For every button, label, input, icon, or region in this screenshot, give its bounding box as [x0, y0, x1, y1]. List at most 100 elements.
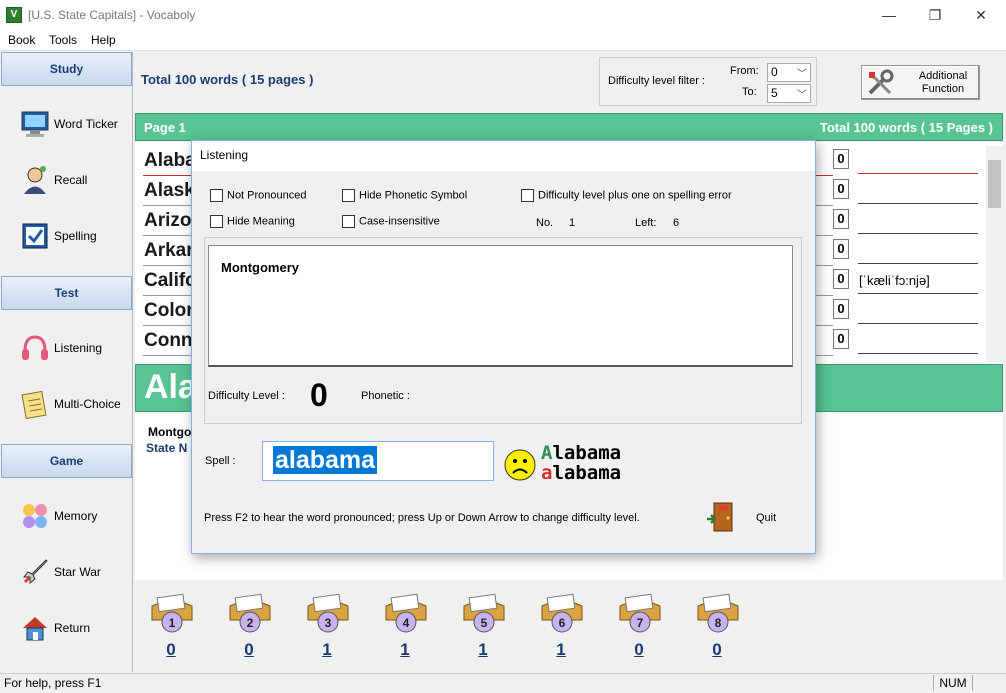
spell-input[interactable]: alabama: [262, 441, 494, 481]
answer-capitalized: Alabama: [541, 442, 622, 464]
test-header[interactable]: Test: [1, 276, 132, 310]
sidebar-item-star-war[interactable]: Star War: [14, 553, 129, 593]
difficulty-score[interactable]: 0: [833, 239, 849, 259]
num-lock-indicator: NUM: [933, 675, 973, 691]
faces-icon: [23, 504, 47, 528]
sidebar-item-return[interactable]: Return: [14, 609, 129, 649]
no-value: 1: [569, 217, 576, 229]
box-count[interactable]: 0: [226, 640, 272, 660]
difficulty-score[interactable]: 0: [833, 299, 849, 319]
sidebar-item-label: Multi-Choice: [54, 397, 121, 411]
study-header[interactable]: Study: [1, 52, 132, 86]
card-box-icon: 5: [463, 593, 505, 633]
checkbox-box: [521, 189, 534, 202]
hide-meaning-checkbox[interactable]: Hide Meaning: [210, 215, 295, 228]
spell-input-value: alabama: [273, 446, 378, 474]
box-7-button[interactable]: 7 0: [616, 590, 664, 660]
sidebar-item-word-ticker[interactable]: Word Ticker: [14, 105, 129, 145]
checkbox-box: [210, 189, 223, 202]
minimize-button[interactable]: —: [866, 0, 912, 31]
phonetic-cell: [858, 294, 978, 324]
sidebar-item-spelling[interactable]: Spelling: [14, 217, 129, 257]
difficulty-filter: Difficulty level filter : From: 0 ﹀ To: 5…: [599, 57, 817, 106]
detail-meaning: Montgo: [148, 425, 192, 439]
window-title: [U.S. State Capitals] - Vocaboly: [28, 8, 196, 22]
card-box-icon: 6: [541, 593, 583, 633]
exit-door-icon[interactable]: [706, 501, 736, 533]
checkbox-box: [342, 215, 355, 228]
difficulty-score[interactable]: 0: [833, 329, 849, 349]
additional-line1: Additional: [918, 70, 968, 82]
sidebar-item-label: Word Ticker: [54, 117, 118, 131]
box-2-button[interactable]: 2 0: [226, 590, 274, 660]
quit-button[interactable]: Quit: [756, 512, 776, 524]
notepad-icon: [21, 390, 47, 419]
svg-text:4: 4: [403, 616, 410, 630]
monitor-icon: [21, 111, 49, 137]
game-header[interactable]: Game: [1, 444, 132, 478]
phonetic-cell: [858, 204, 978, 234]
box-3-button[interactable]: 3 1: [304, 590, 352, 660]
difficulty-score[interactable]: 0: [833, 209, 849, 229]
scroll-thumb[interactable]: [988, 160, 1001, 208]
to-label: To:: [742, 86, 757, 98]
menu-book[interactable]: Book: [8, 33, 35, 47]
box-4-button[interactable]: 4 1: [382, 590, 430, 660]
maximize-button[interactable]: ❐: [912, 0, 958, 31]
current-word: Ala: [144, 368, 197, 406]
sidebar-item-memory[interactable]: Memory: [14, 497, 129, 537]
box-8-button[interactable]: 8 0: [694, 590, 742, 660]
from-select[interactable]: 0 ﹀: [767, 63, 811, 82]
box-count[interactable]: 0: [694, 640, 740, 660]
page-header: Page 1 Total 100 words ( 15 Pages ): [135, 113, 1003, 141]
sidebar: Study Word Ticker Recall Spelling Test L…: [0, 52, 133, 672]
menu-bar: Book Tools Help: [0, 31, 1006, 51]
app-icon: V: [6, 7, 22, 23]
difficulty-score[interactable]: 0: [833, 149, 849, 169]
dialog-title: Listening: [192, 141, 815, 171]
hide-phonetic-checkbox[interactable]: Hide Phonetic Symbol: [342, 189, 467, 202]
sidebar-item-label: Return: [54, 621, 91, 635]
box-5-button[interactable]: 5 1: [460, 590, 508, 660]
phonetic-cell: [ˈkæliˈfɔ:njə]: [858, 264, 978, 294]
meaning-text: Montgomery: [208, 245, 793, 367]
to-select[interactable]: 5 ﹀: [767, 84, 811, 103]
menu-tools[interactable]: Tools: [49, 33, 77, 47]
phonetic-cell: [858, 144, 978, 174]
answer-lowercase: alabama: [541, 462, 622, 484]
sidebar-item-listening[interactable]: Listening: [14, 329, 129, 369]
box-count[interactable]: 0: [616, 640, 662, 660]
sidebar-item-label: Recall: [54, 173, 88, 187]
filter-label: Difficulty level filter :: [608, 75, 705, 87]
box-count[interactable]: 1: [460, 640, 506, 660]
box-count[interactable]: 1: [382, 640, 428, 660]
sidebar-item-label: Star War: [54, 565, 101, 579]
card-box-icon: 3: [307, 593, 349, 633]
svg-text:1: 1: [169, 616, 176, 630]
box-6-button[interactable]: 6 1: [538, 590, 586, 660]
spell-label: Spell :: [205, 455, 236, 467]
not-pronounced-checkbox[interactable]: Not Pronounced: [210, 189, 307, 202]
difficulty-score[interactable]: 0: [833, 179, 849, 199]
difficulty-score[interactable]: 0: [833, 269, 849, 289]
close-button[interactable]: ✕: [958, 0, 1004, 31]
menu-help[interactable]: Help: [91, 33, 116, 47]
svg-text:3: 3: [325, 616, 332, 630]
left-value: 6: [673, 217, 680, 229]
sidebar-item-multi-choice[interactable]: Multi-Choice: [14, 385, 129, 425]
phonetic-cell: [858, 324, 978, 354]
sidebar-item-recall[interactable]: Recall: [14, 161, 129, 201]
detail-label: State N: [146, 441, 188, 455]
box-count[interactable]: 1: [538, 640, 584, 660]
spelling-board-icon: [22, 223, 48, 249]
difficulty-plus-checkbox[interactable]: Difficulty level plus one on spelling er…: [521, 189, 732, 202]
box-count[interactable]: 1: [304, 640, 350, 660]
box-count[interactable]: 0: [148, 640, 194, 660]
additional-function-button[interactable]: Additional Function: [861, 65, 980, 100]
case-insensitive-checkbox[interactable]: Case-insensitive: [342, 215, 440, 228]
dialog-hint: Press F2 to hear the word pronounced; pr…: [204, 512, 640, 524]
listening-dialog: Listening Not Pronounced Hide Phonetic S…: [191, 140, 816, 554]
page-total: Total 100 words ( 15 Pages ): [819, 120, 993, 135]
chevron-down-icon: ﹀: [797, 69, 807, 80]
box-1-button[interactable]: 1 0: [148, 590, 196, 660]
